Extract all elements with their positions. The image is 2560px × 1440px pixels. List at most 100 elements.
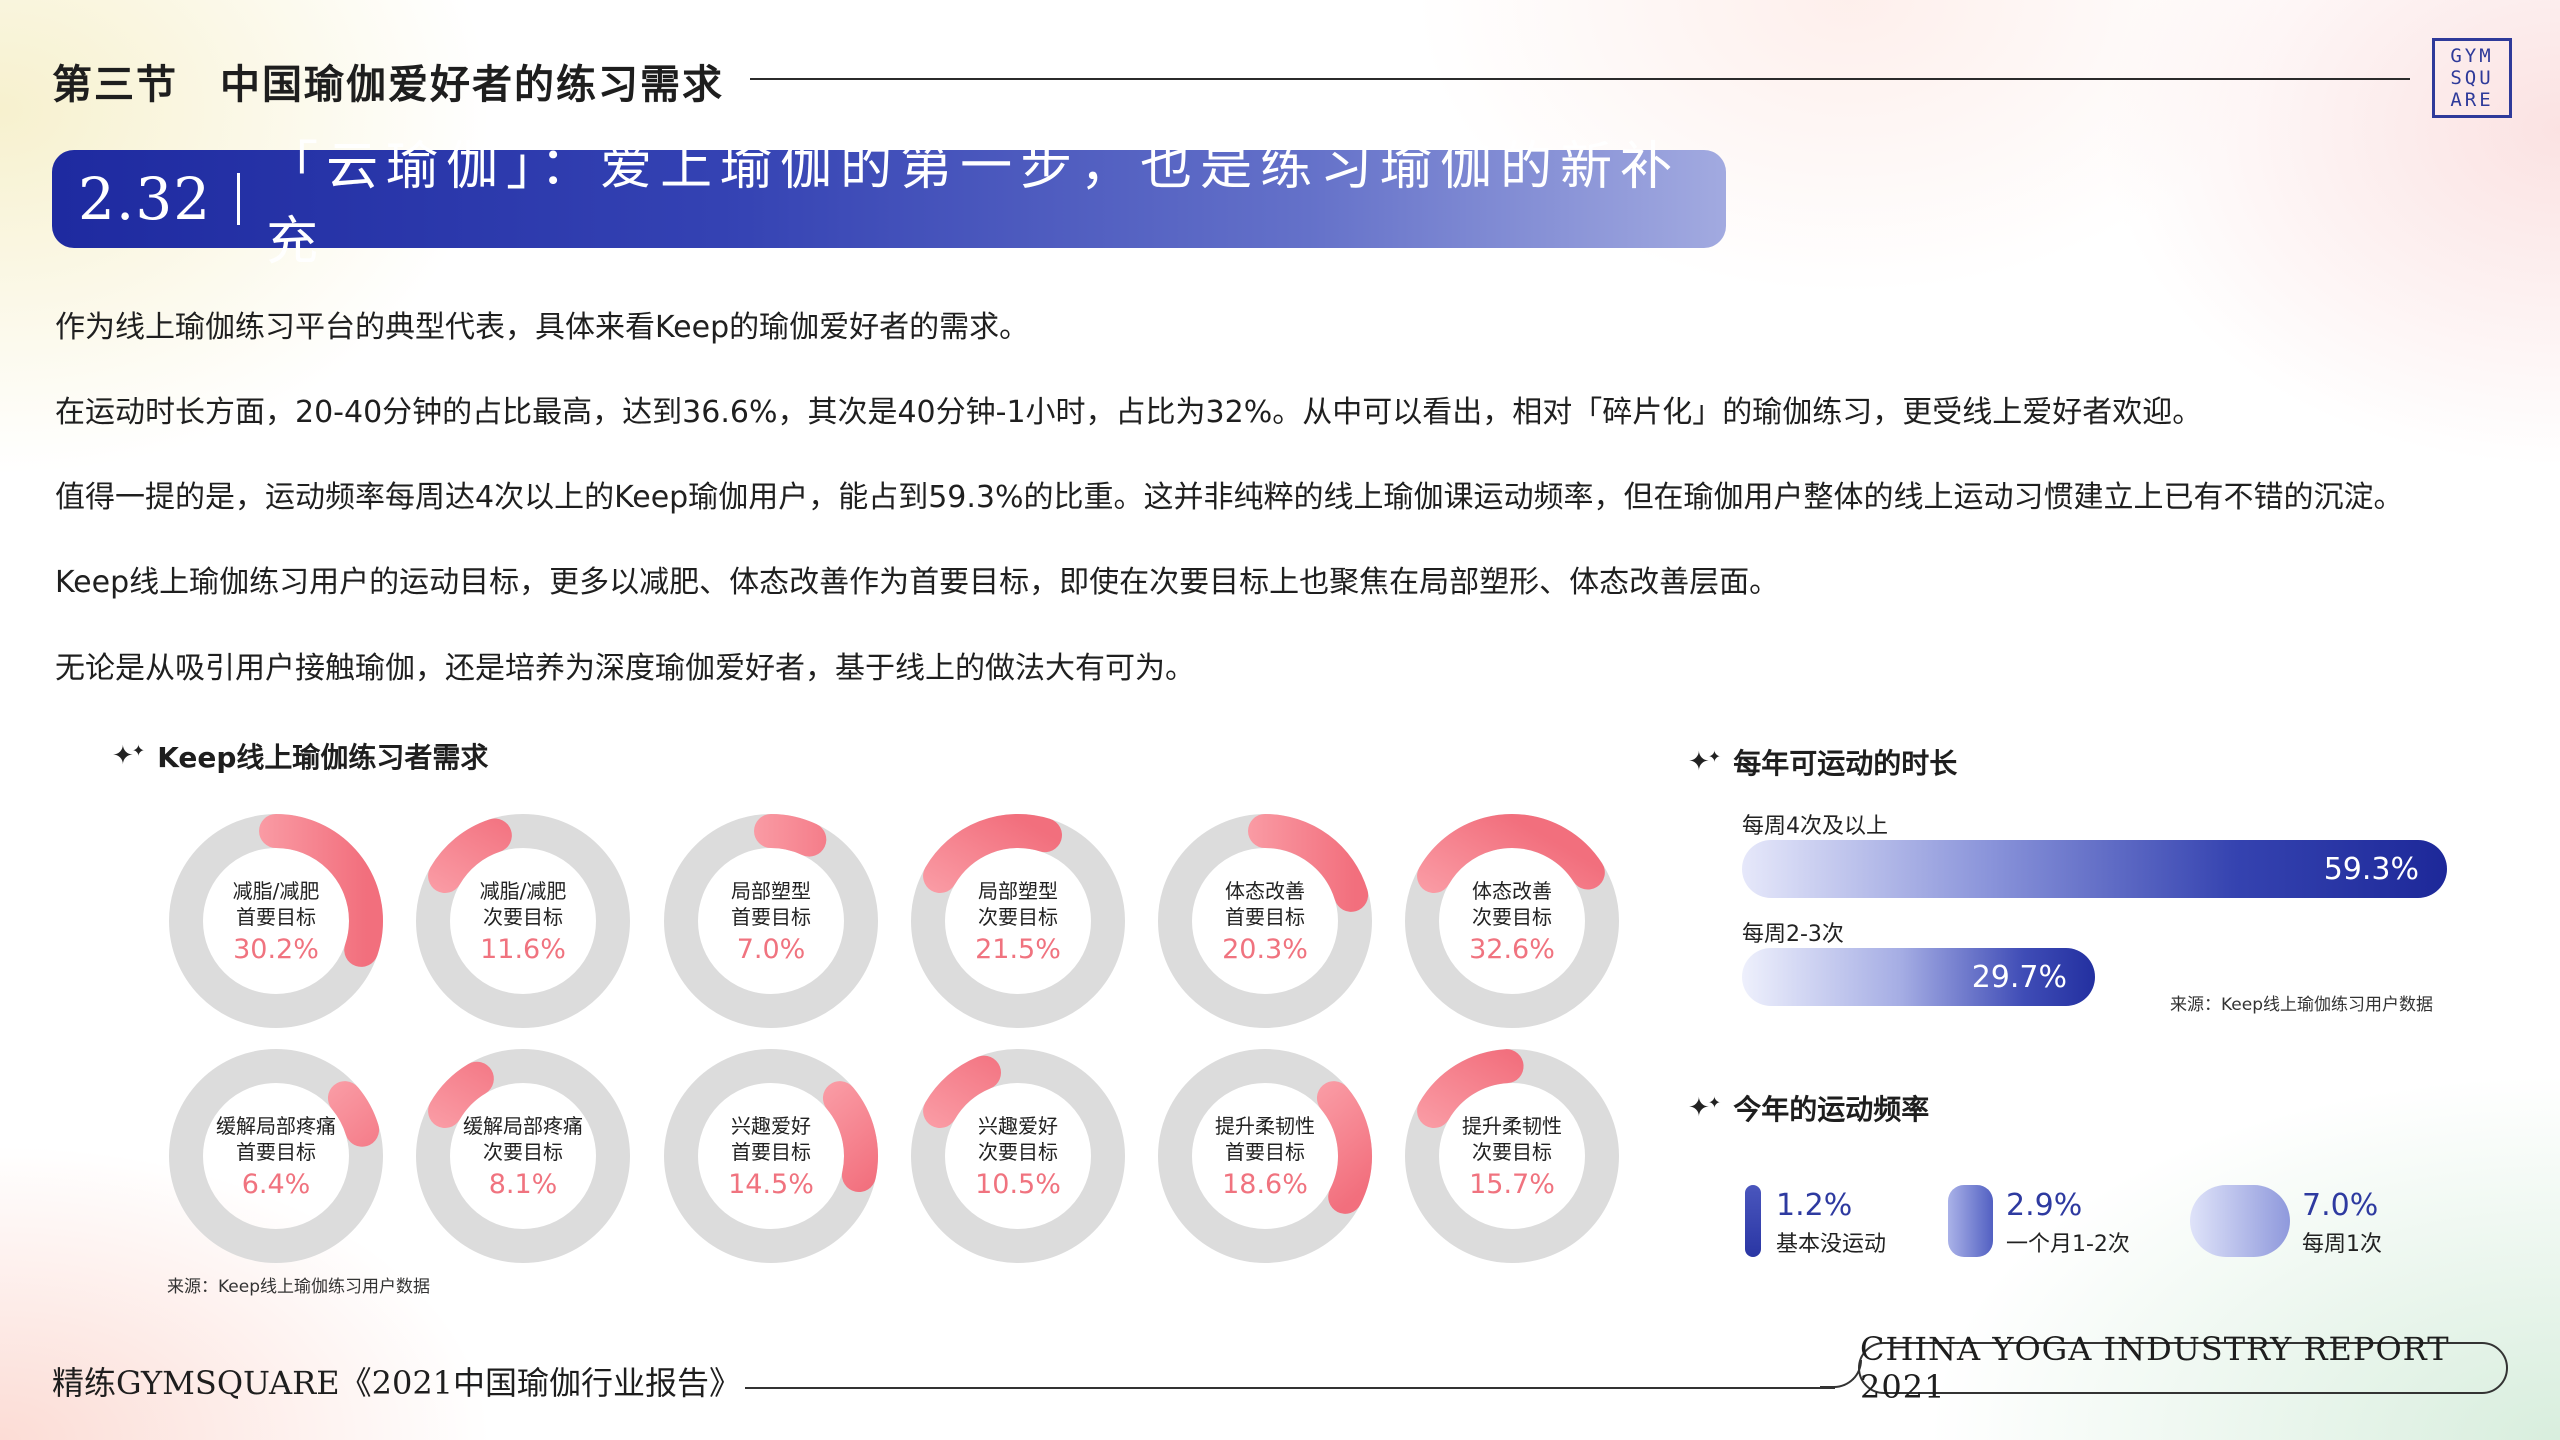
donut-goal-type: 首要目标 [1225,1139,1305,1164]
body-paragraph: 无论是从吸引用户接触瑜伽，还是培养为深度瑜伽爱好者，基于线上的做法大有可为。 [55,651,1195,686]
body-paragraph: 值得一提的是，运动频率每周达4次以上的Keep瑜伽用户，能占到59.3%的比重。… [55,480,2404,515]
duration-bar-label: 每周2-3次 [1742,922,1844,947]
donut-chart: 体态改善 首要目标 20.3% [1157,813,1373,1029]
donut-value: 6.4% [241,1168,311,1200]
frequency-panel-title: 今年的运动频率 [1733,1093,1930,1126]
body-paragraph: 作为线上瑜伽练习平台的典型代表，具体来看Keep的瑜伽爱好者的需求。 [55,310,1030,345]
donut-category: 体态改善 [1225,878,1305,903]
donut-category: 缓解局部疼痛 [216,1113,336,1138]
duration-bar: 59.3% [1742,840,2447,898]
donut-chart: 减脂/减肥 首要目标 30.2% [168,813,384,1029]
donut-category: 减脂/减肥 [232,878,320,903]
duration-panel-title: 每年可运动的时长 [1733,747,1958,780]
donut-goal-type: 次要目标 [978,1139,1058,1164]
donut-goal-type: 次要目标 [483,1139,563,1164]
donut-goal-type: 首要目标 [1225,904,1305,929]
donut-label: 局部塑型 次要目标 21.5% [910,813,1126,1029]
sparkle-icon: ✦✦ [112,741,145,771]
frequency-value: 2.9% [2006,1188,2083,1223]
donut-goal-type: 次要目标 [1472,904,1552,929]
duration-source: 来源：Keep线上瑜伽练习用户数据 [2170,995,2434,1015]
footer-divider [745,1387,1835,1389]
needs-panel-heading: ✦✦ Keep线上瑜伽练习者需求 [112,736,488,776]
donut-goal-type: 次要目标 [483,904,563,929]
donut-label: 兴趣爱好 首要目标 14.5% [663,1048,879,1264]
sparkle-icon: ✦✦ [1688,747,1721,777]
donut-value: 7.0% [736,933,806,965]
donut-value: 14.5% [728,1168,814,1200]
frequency-pill [2190,1185,2290,1257]
donut-category: 提升柔韧性 [1462,1113,1562,1138]
body-paragraph: 在运动时长方面，20-40分钟的占比最高，达到36.6%，其次是40分钟-1小时… [55,395,2203,430]
donut-goal-type: 首要目标 [236,1139,316,1164]
duration-bar-value: 59.3% [2323,851,2419,887]
page-number: 2.32 [78,165,212,233]
donut-label: 提升柔韧性 首要目标 18.6% [1157,1048,1373,1264]
donut-value: 30.2% [233,933,319,965]
donut-category: 局部塑型 [978,878,1058,903]
frequency-pill [1745,1185,1761,1257]
footer-english-title: CHINA YOGA INDUSTRY REPORT 2021 [1858,1330,2508,1406]
sparkle-icon: ✦✦ [1688,1093,1721,1123]
donut-value: 8.1% [488,1168,558,1200]
donut-chart: 减脂/减肥 次要目标 11.6% [415,813,631,1029]
page-title-banner: 2.32 「云瑜伽」：爱上瑜伽的第一步，也是练习瑜伽的新补充 [52,137,1726,272]
donut-category: 局部塑型 [731,878,811,903]
donut-value: 18.6% [1222,1168,1308,1200]
logo-line: GYM [2450,45,2494,67]
donut-chart: 兴趣爱好 次要目标 10.5% [910,1048,1126,1264]
donut-category: 兴趣爱好 [978,1113,1058,1138]
logo-line: SQU [2450,67,2494,89]
donut-chart: 局部塑型 次要目标 21.5% [910,813,1126,1029]
donut-value: 15.7% [1469,1168,1555,1200]
donut-chart: 兴趣爱好 首要目标 14.5% [663,1048,879,1264]
frequency-value: 1.2% [1776,1188,1853,1223]
donut-value: 32.6% [1469,933,1555,965]
logo-line: ARE [2450,89,2494,111]
donut-chart: 局部塑型 首要目标 7.0% [663,813,879,1029]
footer-report-name: 精练GYMSQUARE《2021中国瑜伽行业报告》 [52,1364,742,1402]
duration-bar: 29.7% [1742,948,2095,1006]
donut-goal-type: 次要目标 [1472,1139,1552,1164]
donut-label: 缓解局部疼痛 首要目标 6.4% [168,1048,384,1264]
donut-chart: 缓解局部疼痛 首要目标 6.4% [168,1048,384,1264]
body-paragraph: Keep线上瑜伽练习用户的运动目标，更多以减肥、体态改善作为首要目标，即使在次要… [55,565,1780,600]
needs-panel-title: Keep线上瑜伽练习者需求 [157,741,489,774]
donut-chart: 体态改善 次要目标 32.6% [1404,813,1620,1029]
frequency-value: 7.0% [2302,1188,2379,1223]
frequency-panel-heading: ✦✦ 今年的运动频率 [1688,1088,1929,1128]
donut-label: 体态改善 首要目标 20.3% [1157,813,1373,1029]
donut-label: 体态改善 次要目标 32.6% [1404,813,1620,1029]
donut-chart: 缓解局部疼痛 次要目标 8.1% [415,1048,631,1264]
frequency-label: 每周1次 [2302,1232,2382,1257]
frequency-pill [1948,1185,1993,1257]
donut-label: 减脂/减肥 首要目标 30.2% [168,813,384,1029]
donut-category: 减脂/减肥 [479,878,567,903]
donut-label: 减脂/减肥 次要目标 11.6% [415,813,631,1029]
banner-divider [237,173,241,225]
donut-goal-type: 首要目标 [731,904,811,929]
donut-label: 缓解局部疼痛 次要目标 8.1% [415,1048,631,1264]
page-title: 「云瑜伽」：爱上瑜伽的第一步，也是练习瑜伽的新补充 [266,137,1681,272]
donut-label: 兴趣爱好 次要目标 10.5% [910,1048,1126,1264]
donut-goal-type: 首要目标 [236,904,316,929]
donut-value: 20.3% [1222,933,1308,965]
donut-category: 体态改善 [1472,878,1552,903]
donut-goal-type: 首要目标 [731,1139,811,1164]
needs-source: 来源：Keep线上瑜伽练习用户数据 [167,1277,431,1297]
donut-chart: 提升柔韧性 首要目标 18.6% [1157,1048,1373,1264]
section-title: 第三节 中国瑜伽爱好者的练习需求 [52,61,724,108]
donut-category: 兴趣爱好 [731,1113,811,1138]
frequency-label: 基本没运动 [1776,1232,1887,1257]
gymsquare-logo: GYM SQU ARE [2432,38,2512,118]
duration-bar-label: 每周4次及以上 [1742,814,1888,839]
donut-category: 提升柔韧性 [1215,1113,1315,1138]
donut-value: 11.6% [480,933,566,965]
donut-goal-type: 次要目标 [978,904,1058,929]
donut-category: 缓解局部疼痛 [463,1113,583,1138]
donut-chart: 提升柔韧性 次要目标 15.7% [1404,1048,1620,1264]
donut-value: 10.5% [975,1168,1061,1200]
donut-label: 局部塑型 首要目标 7.0% [663,813,879,1029]
donut-value: 21.5% [975,933,1061,965]
header-divider [750,78,2410,80]
